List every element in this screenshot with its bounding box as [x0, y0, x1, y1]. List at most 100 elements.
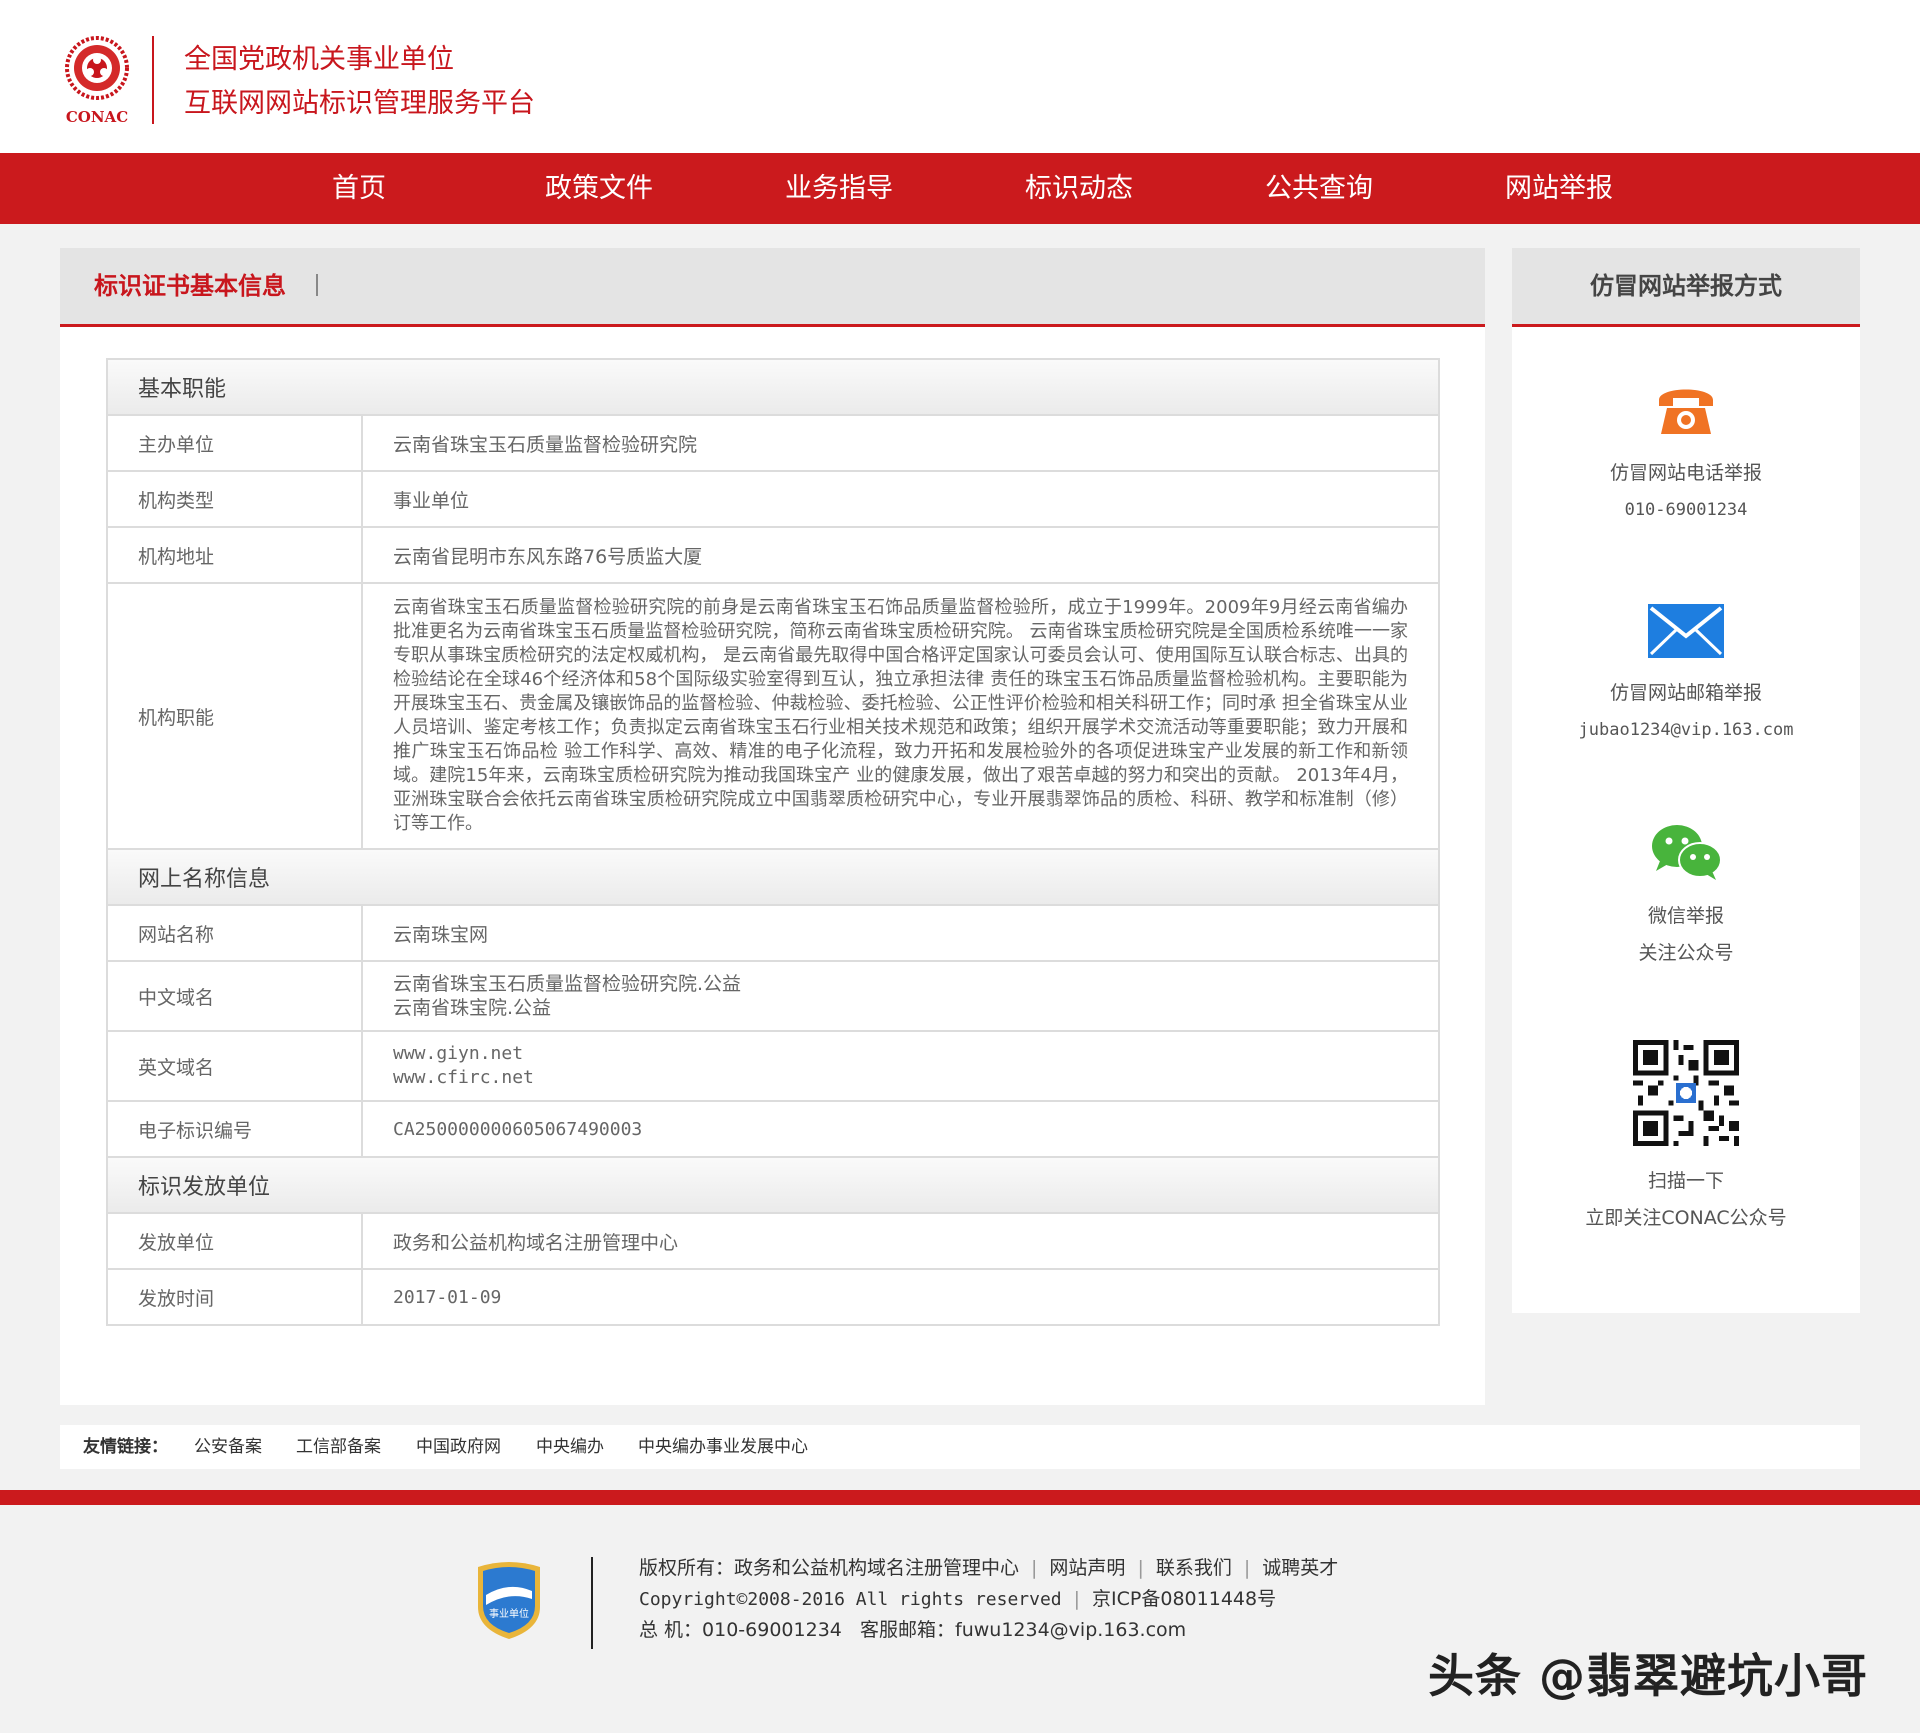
- table-row: 机构职能 云南省珠宝玉石质量监督检验研究院的前身是云南省珠宝玉石饰品质量监督检验…: [106, 582, 1440, 850]
- section-row: 标识发放单位: [106, 1156, 1440, 1214]
- type-value: 事业单位: [361, 470, 1440, 528]
- type-label: 机构类型: [106, 470, 363, 528]
- email-report-label: 仿冒网站邮箱举报: [1609, 682, 1762, 704]
- nav-item-policy[interactable]: 政策文件: [499, 153, 699, 224]
- issuer-label: 发放单位: [106, 1212, 363, 1270]
- wechat-report-value: 关注公众号: [1638, 942, 1734, 964]
- sponsor-label: 主办单位: [106, 414, 363, 472]
- friend-links-label: 友情链接：: [83, 1437, 168, 1457]
- link-miit[interactable]: 工信部备案: [296, 1425, 381, 1469]
- site-title-line1: 全国党政机关事业单位: [184, 44, 454, 75]
- sidebar-title: 仿冒网站举报方式: [1512, 248, 1860, 327]
- duty-value: 云南省珠宝玉石质量监督检验研究院的前身是云南省珠宝玉石饰品质量监督检验所，成立于…: [361, 582, 1440, 850]
- en-domain-value: www.giyn.net www.cfirc.net: [361, 1030, 1440, 1102]
- wechat-report: 微信举报 关注公众号: [1512, 823, 1860, 972]
- table-row: 机构地址 云南省昆明市东风东路76号质监大厦: [106, 526, 1440, 584]
- phone-report-value: 010-69001234: [1624, 500, 1748, 520]
- header-divider: [152, 36, 154, 124]
- footer-copyright-owner: 版权所有：政务和公益机构域名注册管理中心: [639, 1557, 1020, 1579]
- en-domain-label: 英文域名: [106, 1030, 363, 1102]
- id-value: CA250000000605067490003: [361, 1100, 1440, 1158]
- site-name-label: 网站名称: [106, 904, 363, 962]
- nav-item-query[interactable]: 公共查询: [1219, 153, 1419, 224]
- qr-code-icon[interactable]: [1633, 1040, 1739, 1146]
- certificate-table: 基本职能 主办单位 云南省珠宝玉石质量监督检验研究院 机构类型 事业单位 机构地…: [106, 358, 1440, 1326]
- footer-icp[interactable]: 京ICP备08011448号: [1092, 1588, 1276, 1610]
- certificate-panel: 标识证书基本信息 基本职能 主办单位 云南省珠宝玉石质量监督检验研究院 机构类型…: [60, 248, 1485, 1405]
- footer-line-1: 版权所有：政务和公益机构域名注册管理中心 | 网站声明 | 联系我们 | 诚聘英才: [639, 1557, 1339, 1579]
- cn-domain-label: 中文域名: [106, 960, 363, 1032]
- cn-domain-value: 云南省珠宝玉石质量监督检验研究院.公益 云南省珠宝院.公益: [361, 960, 1440, 1032]
- cn-domain-1: 云南省珠宝玉石质量监督检验研究院.公益: [393, 973, 742, 995]
- section-title-issuer: 标识发放单位: [106, 1156, 1440, 1214]
- email-icon: [1648, 604, 1724, 658]
- conac-logo[interactable]: CONAC: [62, 35, 132, 126]
- main-nav: 首页 政策文件 业务指导 标识动态 公共查询 网站举报: [0, 153, 1920, 224]
- footer-line-2: Copyright©2008-2016 All rights reserved |…: [639, 1588, 1277, 1610]
- table-row: 网站名称 云南珠宝网: [106, 904, 1440, 962]
- en-domain-1: www.giyn.net: [393, 1043, 524, 1064]
- link-scopsr[interactable]: 中央编办: [536, 1425, 604, 1469]
- footer-link-statement[interactable]: 网站声明: [1049, 1557, 1125, 1579]
- footer-divider-bar: [0, 1490, 1920, 1505]
- panel-header: 标识证书基本信息: [60, 248, 1485, 327]
- date-value: 2017-01-09: [361, 1268, 1440, 1326]
- wechat-icon: [1652, 825, 1722, 880]
- footer-line-3: 总 机：010-69001234 客服邮箱：fuwu1234@vip.163.c…: [639, 1615, 1338, 1646]
- issuer-value: 政务和公益机构域名注册管理中心: [361, 1212, 1440, 1270]
- qr-label: 扫描一下: [1647, 1170, 1724, 1192]
- nav-item-guidance[interactable]: 业务指导: [739, 153, 939, 224]
- footer-link-contact[interactable]: 联系我们: [1156, 1557, 1232, 1579]
- sponsor-value: 云南省珠宝玉石质量监督检验研究院: [361, 414, 1440, 472]
- qr-follow: 扫描一下 立即关注CONAC公众号: [1512, 1040, 1860, 1237]
- footer-info: 版权所有：政务和公益机构域名注册管理中心 | 网站声明 | 联系我们 | 诚聘英才 Copy…: [639, 1553, 1338, 1646]
- table-row: 机构类型 事业单位: [106, 470, 1440, 528]
- phone-report: 仿冒网站电话举报 010-69001234: [1512, 378, 1860, 529]
- link-gov-cn[interactable]: 中国政府网: [416, 1425, 501, 1469]
- panel-title: 标识证书基本信息: [94, 272, 286, 300]
- en-domain-2: www.cfirc.net: [393, 1067, 534, 1088]
- section-title-online: 网上名称信息: [106, 848, 1440, 906]
- footer-copyright: Copyright©2008-2016 All rights reserved: [639, 1589, 1062, 1610]
- section-title-basic: 基本职能: [106, 358, 1440, 416]
- footer-separator: [591, 1557, 593, 1649]
- nav-item-report[interactable]: 网站举报: [1459, 153, 1659, 224]
- footer-link-jobs[interactable]: 诚聘英才: [1262, 1557, 1338, 1579]
- watermark-text: 头条 @翡翠避坑小哥: [1428, 1649, 1869, 1703]
- qr-value: 立即关注CONAC公众号: [1585, 1207, 1787, 1229]
- table-row: 主办单位 云南省珠宝玉石质量监督检验研究院: [106, 414, 1440, 472]
- table-row: 电子标识编号 CA250000000605067490003: [106, 1100, 1440, 1158]
- email-report: 仿冒网站邮箱举报 jubao1234@vip.163.com: [1512, 604, 1860, 749]
- friend-links: 友情链接： 公安备案 工信部备案 中国政府网 中央编办 中央编办事业发展中心: [60, 1425, 1860, 1469]
- public-institution-badge-icon[interactable]: 事业单位: [474, 1559, 544, 1641]
- section-row: 基本职能: [106, 358, 1440, 416]
- table-row: 发放时间 2017-01-09: [106, 1268, 1440, 1326]
- panel-title-divider: [316, 274, 318, 296]
- site-title: 全国党政机关事业单位 互联网网站标识管理服务平台: [184, 38, 535, 126]
- duty-label: 机构职能: [106, 582, 363, 850]
- table-row: 中文域名 云南省珠宝玉石质量监督检验研究院.公益 云南省珠宝院.公益: [106, 960, 1440, 1032]
- phone-icon: [1659, 389, 1713, 434]
- wechat-report-label: 微信举报: [1647, 905, 1724, 927]
- nav-item-news[interactable]: 标识动态: [979, 153, 1179, 224]
- table-row: 发放单位 政务和公益机构域名注册管理中心: [106, 1212, 1440, 1270]
- nav-item-home[interactable]: 首页: [259, 153, 459, 224]
- email-report-value[interactable]: jubao1234@vip.163.com: [1512, 712, 1860, 749]
- address-value: 云南省昆明市东风东路76号质监大厦: [361, 526, 1440, 584]
- address-label: 机构地址: [106, 526, 363, 584]
- site-header: CONAC 全国党政机关事业单位 互联网网站标识管理服务平台: [0, 0, 1920, 153]
- footer-email: 客服邮箱：fuwu1234@vip.163.com: [860, 1619, 1187, 1641]
- link-scopsr-center[interactable]: 中央编办事业发展中心: [638, 1425, 808, 1469]
- cn-domain-2: 云南省珠宝院.公益: [393, 997, 552, 1019]
- conac-emblem-icon: [65, 36, 129, 100]
- logo-text: CONAC: [65, 108, 129, 126]
- phone-report-label: 仿冒网站电话举报: [1609, 462, 1762, 484]
- link-public-security[interactable]: 公安备案: [194, 1425, 262, 1469]
- site-name-value: 云南珠宝网: [361, 904, 1440, 962]
- report-sidebar: 仿冒网站举报方式 仿冒网站电话举报 010-69001234 仿冒网站邮箱举报 …: [1512, 248, 1860, 1313]
- table-row: 英文域名 www.giyn.net www.cfirc.net: [106, 1030, 1440, 1102]
- date-label: 发放时间: [106, 1268, 363, 1326]
- section-row: 网上名称信息: [106, 848, 1440, 906]
- footer-badge-text: 事业单位: [489, 1607, 529, 1620]
- site-title-line2: 互联网网站标识管理服务平台: [184, 88, 535, 119]
